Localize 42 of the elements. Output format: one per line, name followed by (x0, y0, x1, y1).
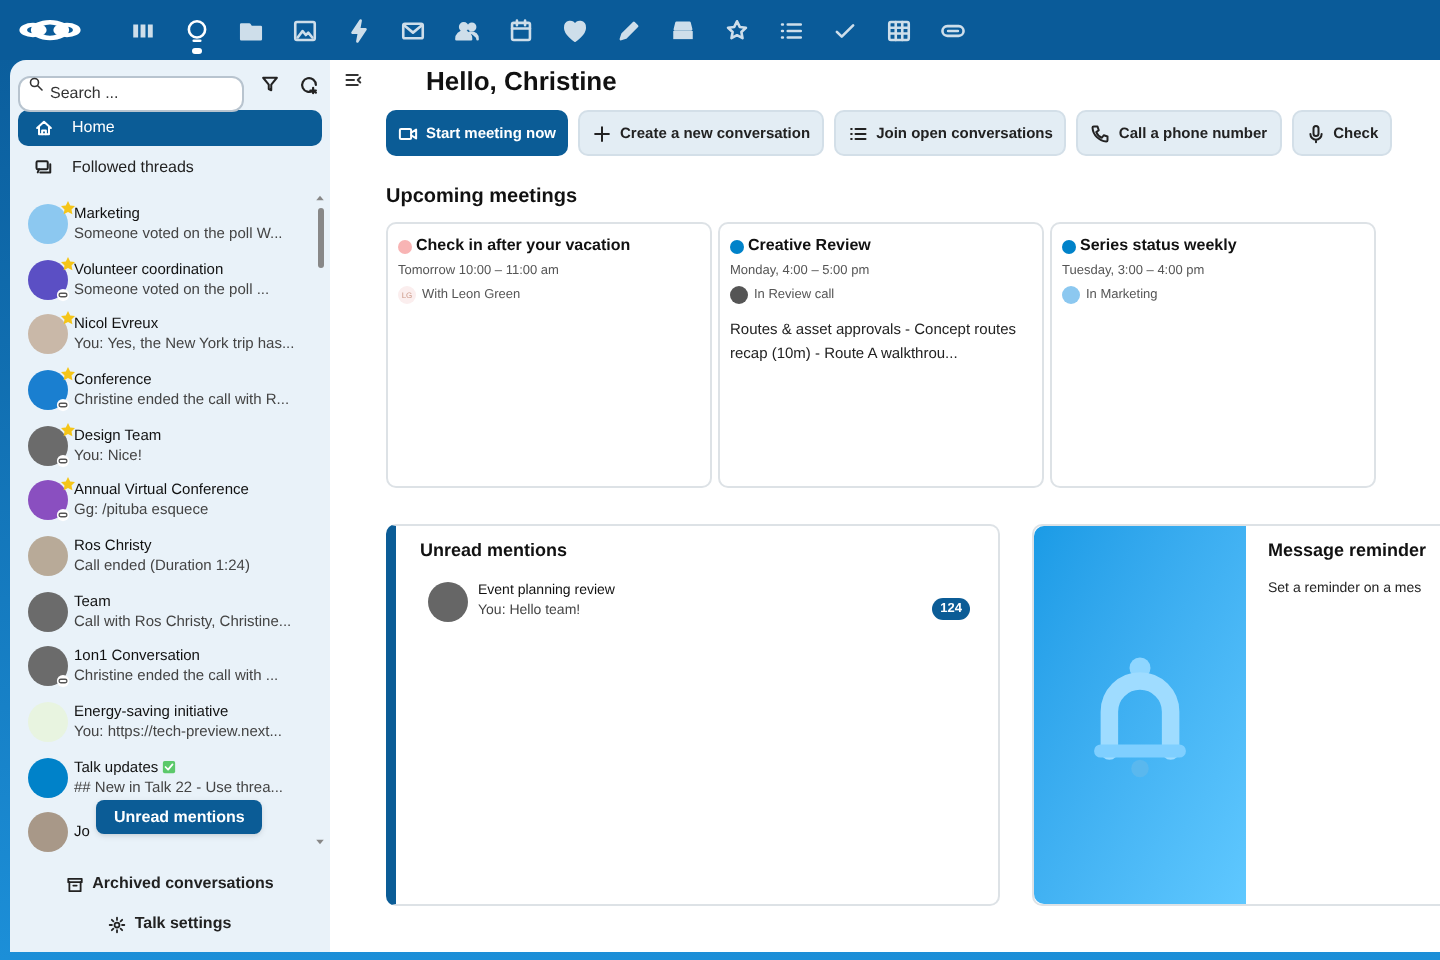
search-field[interactable]: Search ... (18, 75, 244, 111)
threads-icon (34, 158, 54, 178)
meeting-title: Series status weekly (1080, 234, 1237, 258)
chat-plus-icon (297, 73, 320, 95)
envelope-icon (400, 17, 426, 43)
scroll-down-icon (314, 836, 326, 849)
search-icon (28, 76, 44, 92)
greeting-heading: Hello, Christine (424, 64, 619, 101)
room-avatar (1062, 286, 1080, 305)
stack-icon (670, 17, 696, 43)
archive-icon (66, 875, 85, 894)
plus-icon (592, 123, 613, 143)
nav-item[interactable]: Followed threads (18, 150, 322, 186)
phone-icon (1090, 123, 1111, 143)
scrollbar-thumb[interactable] (318, 208, 324, 268)
archived-conversations-button[interactable]: Archived conversations (66, 864, 274, 905)
image-icon (292, 17, 318, 43)
unread-mentions-button[interactable]: Unread mentions (96, 800, 263, 834)
heart-icon (562, 17, 588, 43)
settings-button[interactable]: Talk settings (108, 904, 232, 945)
card-title: Message reminder (1268, 538, 1427, 564)
table-icon (886, 17, 912, 43)
meeting-title: Creative Review (748, 234, 871, 258)
nav-item[interactable]: Home (18, 110, 322, 146)
sidebar-toggle-icon (344, 70, 364, 90)
filter-icon (259, 74, 280, 94)
home-icon (34, 118, 54, 138)
room-avatar (730, 286, 748, 305)
meeting-title: Check in after your vacation (416, 234, 631, 258)
scroll-up-icon (314, 192, 326, 204)
avatar (428, 581, 468, 621)
calendar-icon (508, 17, 534, 43)
section-heading: Upcoming meetings (386, 184, 578, 212)
card-title: Unread mentions (420, 538, 568, 564)
microphone-icon (1305, 123, 1326, 143)
pencil-icon (616, 17, 642, 43)
list-icon (848, 123, 869, 143)
list-icon (778, 17, 804, 43)
video-camera-icon (398, 123, 418, 143)
folder-icon (238, 17, 264, 43)
people-icon (454, 17, 480, 43)
lightning-icon (346, 17, 372, 43)
